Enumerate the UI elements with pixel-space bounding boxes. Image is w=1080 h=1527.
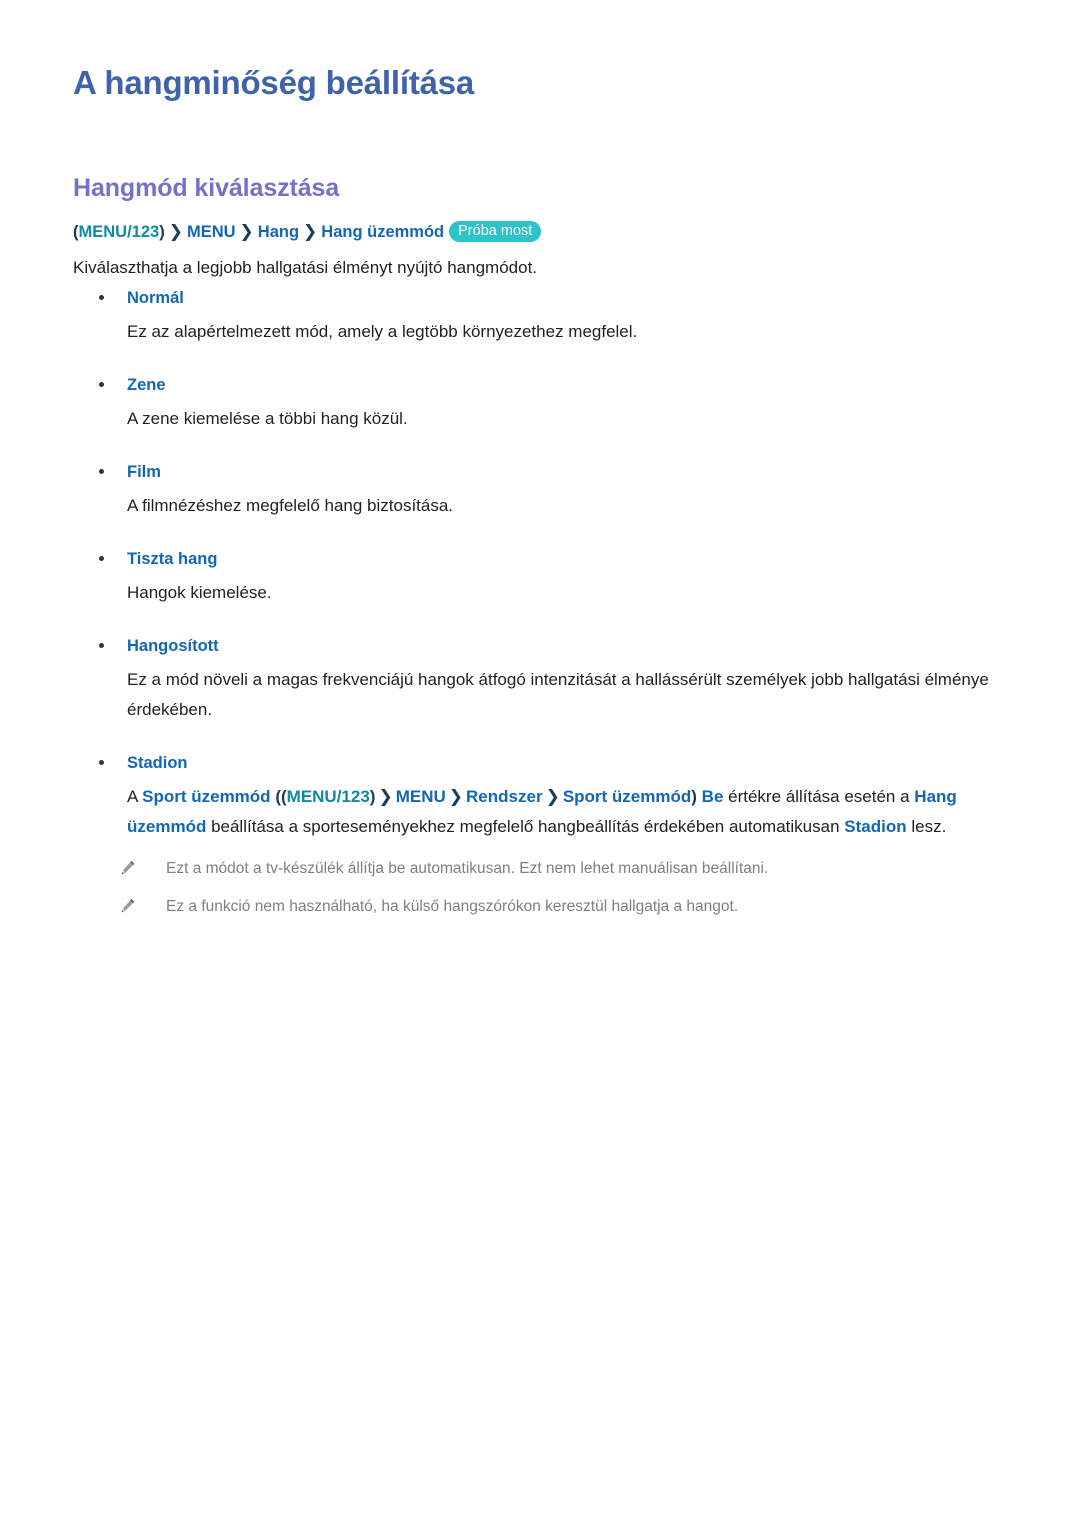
list-item: Film	[73, 460, 1008, 484]
stadion-link-menu123[interactable]: MENU/123	[287, 787, 370, 806]
breadcrumb: (MENU/123) ❯ MENU ❯ Hang ❯ Hang üzemmód Próba m…	[73, 220, 542, 244]
bullet-dot-icon	[99, 556, 104, 561]
breadcrumb-item-menu123[interactable]: MENU/123	[79, 223, 160, 241]
bullet-dot-icon	[99, 382, 104, 387]
sound-mode-list: Normál Ez az alapértelmezett mód, amely …	[73, 286, 1008, 934]
stadion-text-part5: lesz.	[906, 817, 947, 836]
note-text: Ez a funkció nem használható, ha külső h…	[166, 898, 739, 915]
chevron-right-icon: ❯	[239, 222, 254, 241]
chevron-right-icon: ❯	[448, 787, 464, 806]
bullet-dot-icon	[99, 295, 104, 300]
stadion-text-part1: A	[127, 787, 143, 806]
bullet-dot-icon	[99, 643, 104, 648]
mode-label-stadion: Stadion	[127, 754, 188, 772]
mode-description-tiszta-hang: Hangok kiemelése.	[127, 583, 272, 602]
pencil-icon	[119, 859, 137, 877]
list-item: Zene	[73, 373, 1008, 397]
stadion-link-sport-uzemmod-2[interactable]: Sport üzemmód	[563, 787, 691, 806]
chevron-right-icon: ❯	[378, 787, 393, 806]
bullet-dot-icon	[99, 469, 104, 474]
mode-label-zene: Zene	[127, 376, 166, 394]
stadion-link-sport-uzemmod-1[interactable]: Sport üzemmód	[142, 787, 270, 806]
stadion-description: A Sport üzemmód ((MENU/123) ❯ MENU ❯ Rendsze…	[73, 782, 1012, 842]
mode-description-normal: Ez az alapértelmezett mód, amely a legtö…	[127, 322, 638, 341]
stadion-link-rendszer[interactable]: Rendszer	[466, 787, 543, 806]
note-item: Ez a funkció nem használható, ha külső h…	[119, 896, 1008, 918]
pencil-icon	[119, 897, 137, 915]
stadion-text-part3: értékre állítása esetén a	[723, 787, 915, 806]
intro-text: Kiválaszthatja a legjobb hallgatási élmé…	[73, 258, 538, 277]
list-item: Tiszta hang	[73, 547, 1008, 571]
mode-description-hangositott: Ez a mód növeli a magas frekvenciájú han…	[127, 670, 989, 719]
stadion-value-stadion: Stadion	[844, 817, 907, 836]
note-item: Ezt a módot a tv-készülék állítja be aut…	[119, 858, 1008, 880]
mode-description-film: A filmnézéshez megfelelő hang biztosítás…	[127, 496, 454, 515]
chevron-right-icon: ❯	[168, 222, 183, 241]
try-now-badge[interactable]: Próba most	[449, 221, 542, 242]
breadcrumb-close-paren: )	[159, 223, 165, 241]
bullet-dot-icon	[99, 760, 104, 765]
stadion-close-paren: )	[691, 787, 697, 806]
document-page: A hangminőség beállítása Hangmód kiválas…	[0, 0, 1080, 1527]
mode-label-film: Film	[127, 463, 161, 481]
notes-list: Ezt a módot a tv-készülék állítja be aut…	[73, 858, 1008, 918]
mode-label-tiszta-hang: Tiszta hang	[127, 550, 218, 568]
chevron-right-icon: ❯	[303, 222, 318, 241]
list-item: Normál	[73, 286, 1008, 310]
mode-description-zene: A zene kiemelése a többi hang közül.	[127, 409, 408, 428]
list-item: Hangosított	[73, 634, 1008, 658]
breadcrumb-item-hang[interactable]: Hang	[258, 223, 299, 241]
chevron-right-icon: ❯	[545, 787, 560, 806]
mode-label-normal: Normál	[127, 289, 184, 307]
breadcrumb-item-menu[interactable]: MENU	[187, 223, 236, 241]
mode-label-hangositott: Hangosított	[127, 637, 219, 655]
section-title: Hangmód kiválasztása	[73, 174, 340, 202]
page-title: A hangminőség beállítása	[73, 64, 475, 101]
list-item: Stadion	[73, 751, 1008, 775]
breadcrumb-item-hang-uzemmod[interactable]: Hang üzemmód	[321, 223, 444, 241]
stadion-value-be: Be	[701, 787, 724, 806]
stadion-link-menu[interactable]: MENU	[396, 787, 446, 806]
note-text: Ezt a módot a tv-készülék állítja be aut…	[166, 860, 769, 877]
stadion-text-part4: beállítása a sporteseményekhez megfelelő…	[206, 817, 845, 836]
